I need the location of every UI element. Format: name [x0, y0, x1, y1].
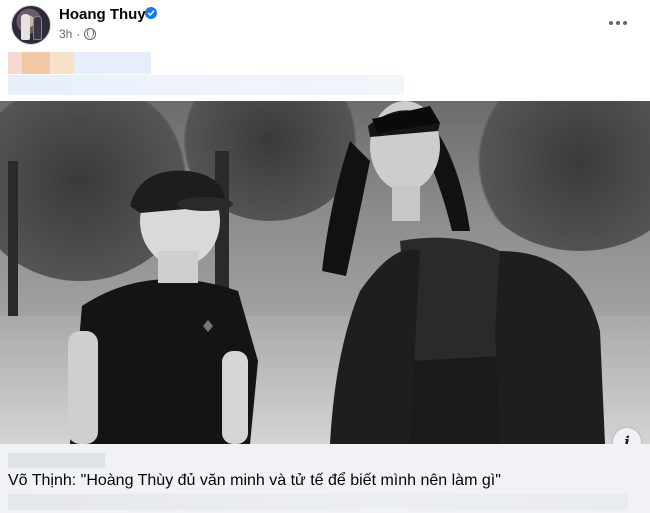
- blurred-link-domain: [8, 453, 105, 468]
- post-photo[interactable]: [0, 101, 650, 444]
- post-timestamp[interactable]: 3h: [59, 27, 72, 41]
- blurred-caption-line-1: [8, 52, 151, 74]
- post-header: Hoang Thuy 3h ·: [0, 0, 650, 48]
- dot-icon: [609, 21, 613, 25]
- more-options-button[interactable]: [600, 8, 636, 38]
- post-meta: 3h ·: [59, 27, 97, 41]
- author-avatar[interactable]: [11, 5, 51, 45]
- separator-dot: ·: [76, 27, 81, 41]
- dot-icon: [616, 21, 620, 25]
- facebook-post: Hoang Thuy 3h · i Võ Thịnh: "Hoàng Thùy …: [0, 0, 650, 513]
- link-preview-title[interactable]: Võ Thịnh: "Hoàng Thùy đủ văn minh và tử …: [8, 472, 501, 490]
- globe-icon[interactable]: [84, 28, 97, 40]
- author-name[interactable]: Hoang Thuy: [59, 6, 146, 23]
- verified-badge-icon: [145, 7, 157, 19]
- blurred-caption-line-2: [8, 75, 404, 95]
- avatar-figure-left: [21, 14, 30, 40]
- dot-icon: [623, 21, 627, 25]
- avatar-figure-right: [33, 16, 42, 40]
- people-illustration: [68, 101, 605, 444]
- blurred-link-description: [8, 494, 628, 510]
